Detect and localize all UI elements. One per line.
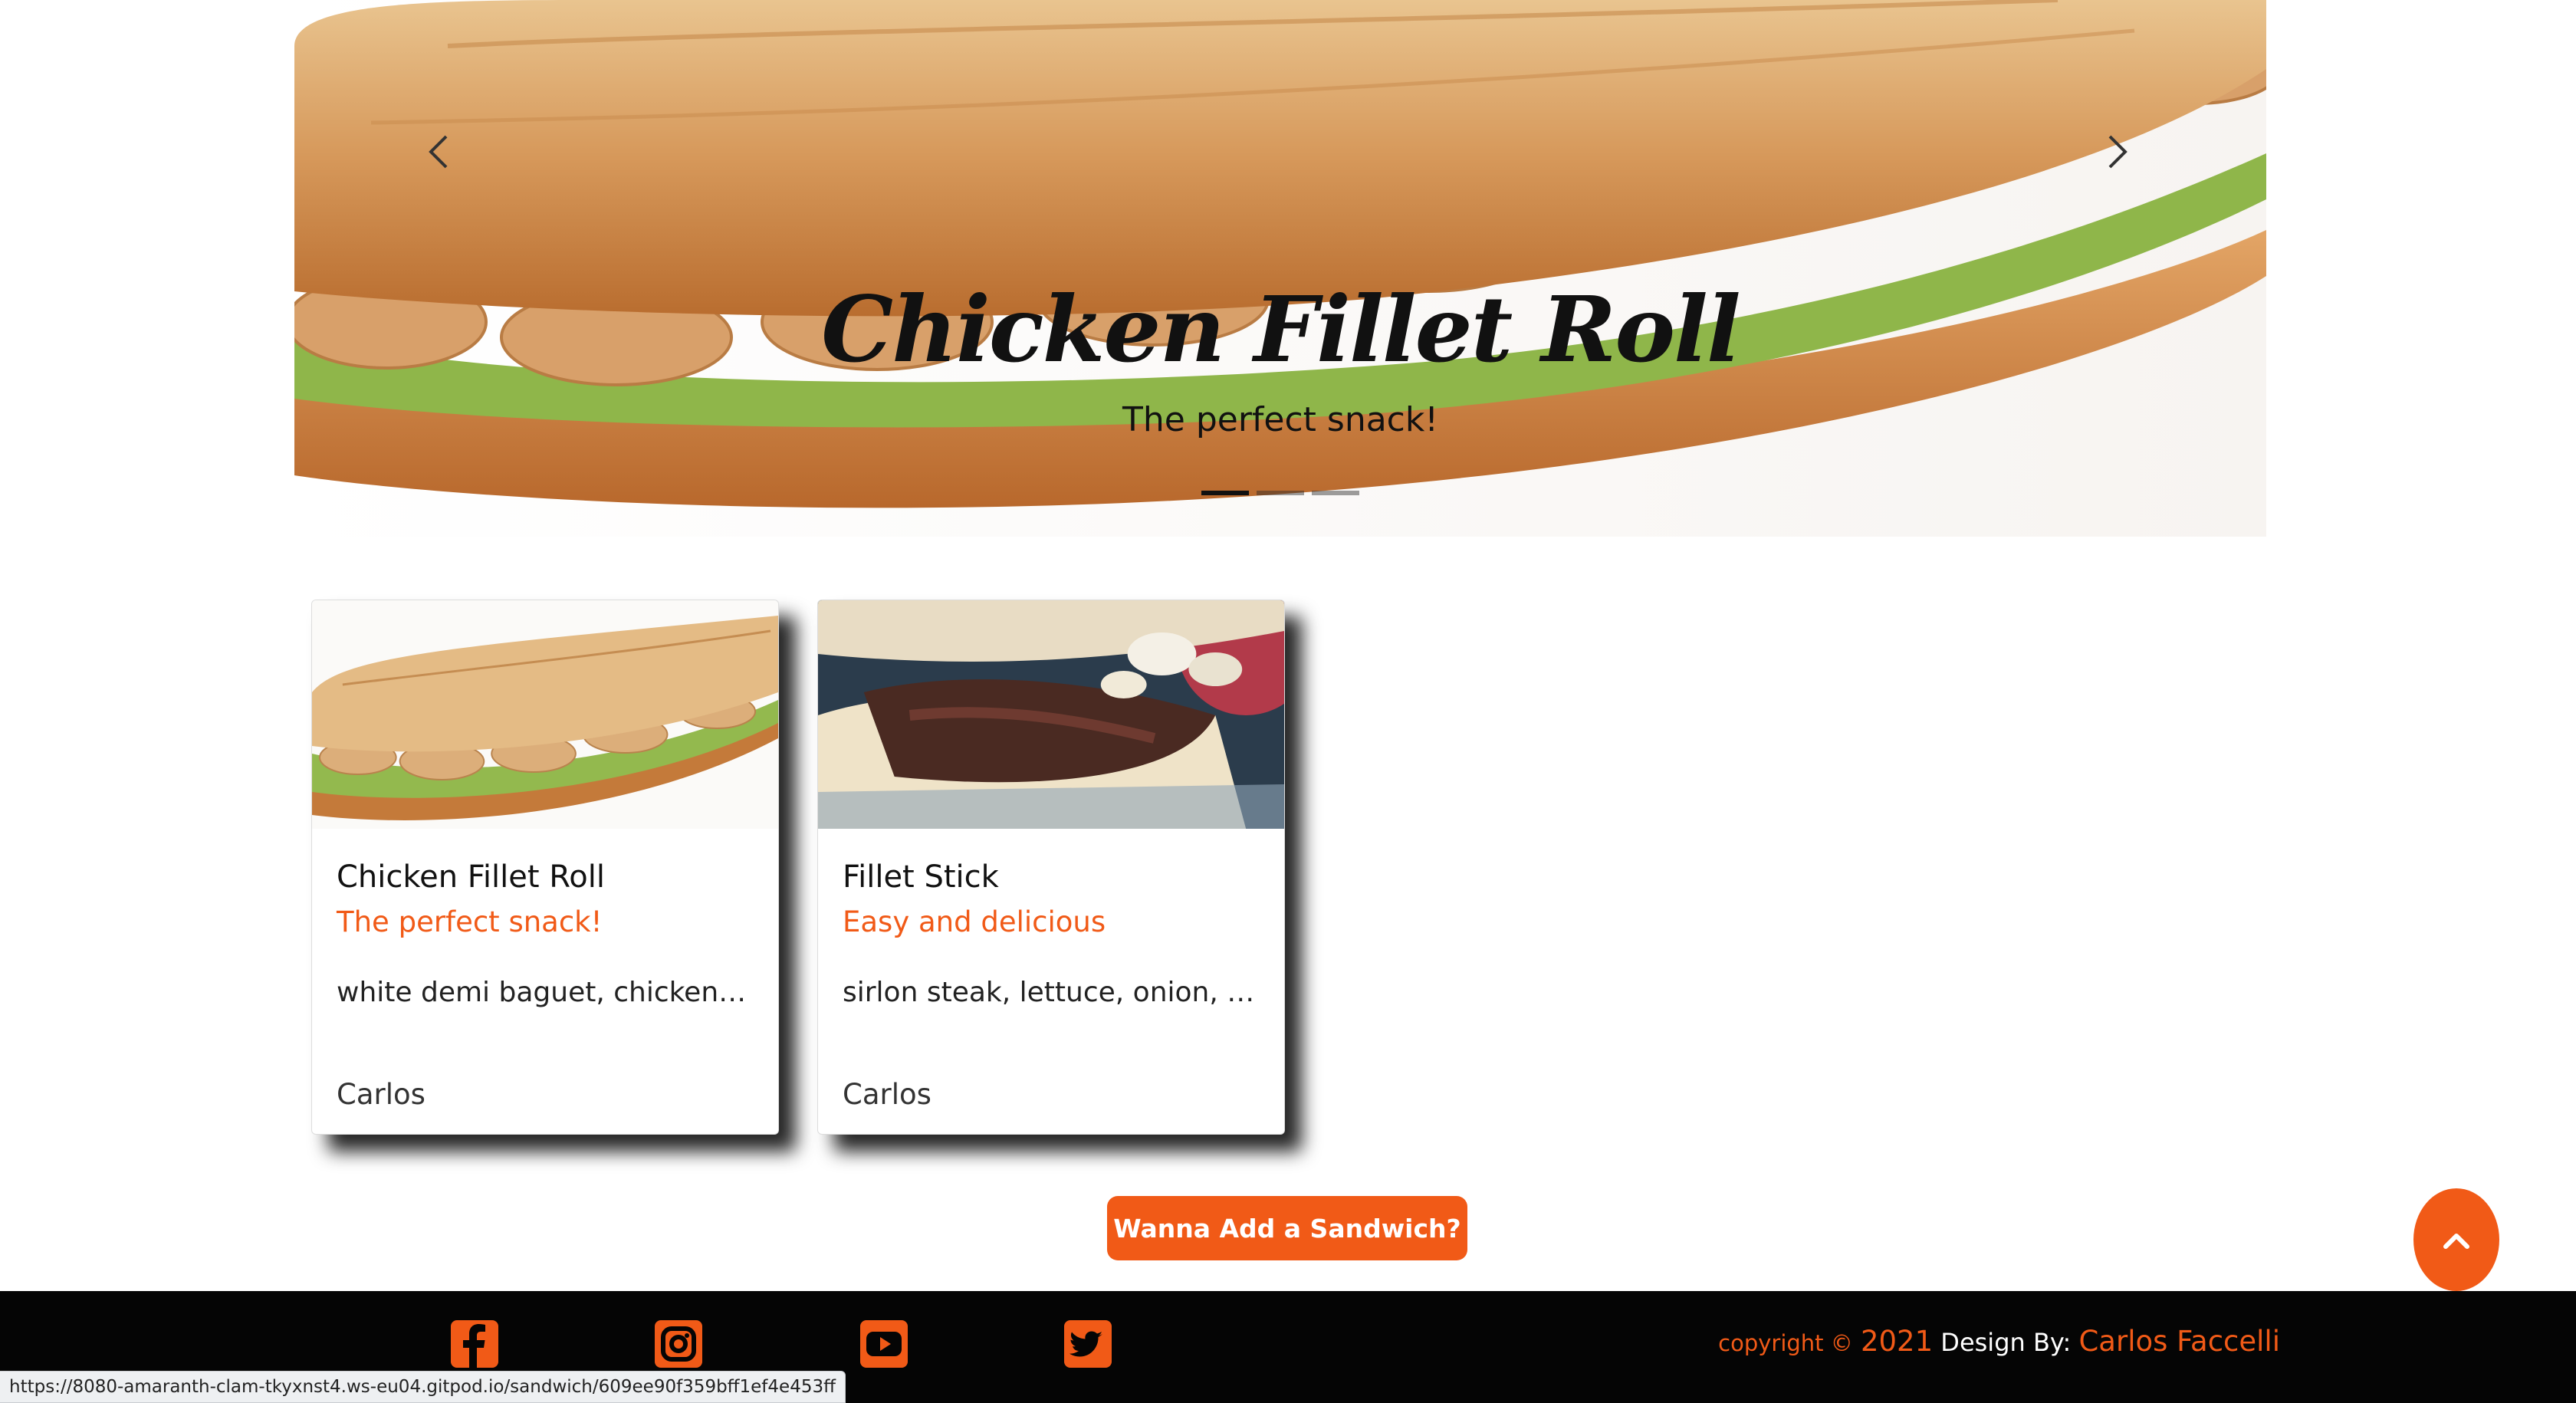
hero-title: Chicken Fillet Roll (821, 276, 1740, 383)
browser-status-url: https://8080-amaranth-clam-tkyxnst4.ws-e… (0, 1371, 846, 1403)
instagram-icon[interactable] (653, 1319, 704, 1369)
carousel-next-arrow-icon[interactable] (2093, 129, 2139, 175)
card-description: sirlon steak, lettuce, onion, black pepp… (843, 977, 1260, 1008)
carousel-indicators (294, 491, 2266, 495)
card-description: white demi baguet, chicken fillet, lettu… (337, 977, 754, 1008)
sandwich-card[interactable]: Fillet Stick Easy and delicious sirlon s… (817, 600, 1285, 1135)
card-title: Chicken Fillet Roll (337, 859, 605, 895)
back-to-top-button[interactable] (2413, 1188, 2499, 1291)
sandwich-card-list: Chicken Fillet Roll The perfect snack! w… (311, 600, 1285, 1135)
copyright-prefix: copyright © (1718, 1330, 1853, 1356)
design-by-label: Design By: (1940, 1328, 2072, 1357)
hero-carousel[interactable]: Chicken Fillet Roll The perfect snack! (294, 0, 2266, 537)
card-title: Fillet Stick (843, 859, 999, 895)
twitter-icon[interactable] (1063, 1319, 1113, 1369)
card-subtitle: The perfect snack! (337, 905, 603, 938)
fillet-stick-image (818, 600, 1284, 829)
designer-name[interactable]: Carlos Faccelli (2078, 1325, 2280, 1358)
facebook-icon[interactable] (449, 1319, 500, 1369)
carousel-indicator-1[interactable] (1201, 491, 1249, 495)
copyright-year: 2021 (1860, 1325, 1934, 1358)
carousel-indicator-2[interactable] (1257, 491, 1304, 495)
carousel-prev-arrow-icon[interactable] (417, 129, 463, 175)
card-author: Carlos (843, 1078, 932, 1111)
card-subtitle: Easy and delicious (843, 905, 1106, 938)
chevron-up-icon (2443, 1234, 2469, 1249)
chicken-fillet-roll-image (312, 600, 778, 829)
hero-sandwich-image (294, 0, 2266, 537)
card-author: Carlos (337, 1078, 426, 1111)
add-sandwich-button[interactable]: Wanna Add a Sandwich? (1107, 1196, 1467, 1260)
sandwich-card[interactable]: Chicken Fillet Roll The perfect snack! w… (311, 600, 779, 1135)
hero-subtitle: The perfect snack! (1122, 400, 1438, 439)
carousel-indicator-3[interactable] (1312, 491, 1359, 495)
youtube-icon[interactable] (859, 1319, 909, 1369)
copyright-text: copyright © 2021 Design By: Carlos Facce… (1718, 1325, 2280, 1358)
